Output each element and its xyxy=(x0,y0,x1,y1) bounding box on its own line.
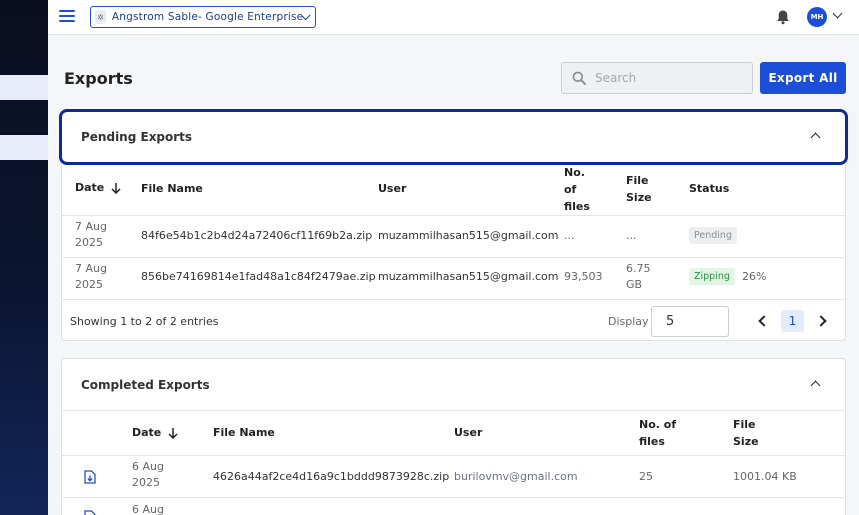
col-file-size-line2: Size xyxy=(626,191,652,204)
col-status: Status xyxy=(689,182,730,195)
row-file-size: 6.75 GB xyxy=(626,261,651,293)
progress-percent: 26% xyxy=(742,270,767,283)
row-divider xyxy=(62,257,845,258)
row-divider xyxy=(62,455,845,456)
row-date: 6 Aug 2025 xyxy=(132,459,164,491)
pending-exports-title: Pending Exports xyxy=(81,129,193,144)
row-date: 7 Aug 2025 xyxy=(75,261,107,293)
page-title: Exports xyxy=(64,69,133,88)
sidebar-item-active[interactable] xyxy=(0,75,48,100)
chevron-left-icon[interactable] xyxy=(758,315,770,327)
row-num-files: ... xyxy=(564,229,575,242)
row-user: burilovmv@gmail.com xyxy=(454,470,578,483)
col-file-name: File Name xyxy=(213,426,275,439)
top-bar: ✲ Angstrom Sable- Google Enterprise MH xyxy=(48,0,859,35)
arrow-down-icon[interactable] xyxy=(168,427,178,439)
row-user: muzammilhasan515@gmail.com xyxy=(378,270,559,283)
row-file-size: 1001.04 KB xyxy=(733,470,797,483)
row-divider xyxy=(62,215,845,216)
row-file-size-line2: GB xyxy=(626,278,643,291)
row-divider xyxy=(62,299,845,300)
chevron-right-icon[interactable] xyxy=(815,315,827,327)
col-user: User xyxy=(454,426,483,439)
left-sidebar xyxy=(0,0,48,515)
row-date-line1: 7 Aug xyxy=(75,262,107,275)
org-name: Angstrom Sable- Google Enterprise xyxy=(111,11,304,23)
row-date-line2: 2025 xyxy=(75,236,103,249)
arrow-down-icon[interactable] xyxy=(111,182,121,194)
status-badge: Zipping xyxy=(689,268,735,285)
hamburger-icon[interactable] xyxy=(59,10,75,24)
bell-icon[interactable] xyxy=(776,9,790,25)
completed-exports-header[interactable]: Completed Exports xyxy=(62,359,845,411)
col-file-size: File Size xyxy=(733,416,759,450)
row-date-line2: 2025 xyxy=(132,476,160,489)
row-date-line1: 6 Aug xyxy=(132,460,164,473)
row-num-files: 93,503 xyxy=(564,270,603,283)
search-input[interactable] xyxy=(595,71,735,85)
row-file-size-line1: 6.75 xyxy=(626,262,651,275)
col-file-size-line2: Size xyxy=(733,435,759,448)
col-date[interactable]: Date xyxy=(132,424,178,441)
completed-exports-card: Completed Exports Date File Name User No… xyxy=(61,358,846,515)
export-all-button[interactable]: Export All xyxy=(760,62,846,94)
search-box[interactable] xyxy=(561,62,753,94)
avatar[interactable]: MH xyxy=(807,7,827,27)
status-badge: Pending xyxy=(689,227,737,244)
row-file-name: 4626a44af2ce4d16a9c1bddd9873928c.zip xyxy=(213,470,450,483)
row-date: 6 Aug xyxy=(132,502,164,515)
sidebar-item-highlight[interactable] xyxy=(0,135,48,160)
pending-exports-header[interactable]: Pending Exports xyxy=(62,111,845,163)
col-file-size: File Size xyxy=(626,172,652,206)
row-date-line1: 7 Aug xyxy=(75,220,107,233)
chevron-up-icon[interactable] xyxy=(810,380,821,391)
row-num-files: 25 xyxy=(639,470,653,483)
download-file-icon[interactable] xyxy=(84,470,96,484)
row-file-size: ... xyxy=(626,229,637,242)
pending-exports-card: Pending Exports Date File Name User No. … xyxy=(61,110,846,341)
col-file-size-line1: File xyxy=(626,174,649,187)
col-num-files-line1: No. xyxy=(564,166,585,179)
display-label: Display xyxy=(608,315,649,328)
col-user: User xyxy=(378,182,407,195)
page-number-button[interactable]: 1 xyxy=(781,310,804,332)
download-file-icon[interactable] xyxy=(84,510,96,515)
col-file-name: File Name xyxy=(141,182,203,195)
row-date-line1: 6 Aug xyxy=(132,503,164,515)
chevron-down-icon[interactable] xyxy=(832,8,843,19)
row-divider xyxy=(62,497,845,498)
col-num-files: No. of files xyxy=(564,164,590,215)
col-num-files-line1: No. of xyxy=(639,418,677,431)
row-user: muzammilhasan515@gmail.com xyxy=(378,229,559,242)
col-num-files-line2: of xyxy=(564,183,577,196)
page-size-input[interactable] xyxy=(651,306,729,337)
col-date[interactable]: Date xyxy=(75,179,121,196)
entries-info: Showing 1 to 2 of 2 entries xyxy=(70,315,219,328)
chevron-up-icon[interactable] xyxy=(810,132,821,143)
col-num-files: No. of files xyxy=(639,416,676,450)
col-num-files-line2: files xyxy=(639,435,665,448)
row-date: 7 Aug 2025 xyxy=(75,219,107,251)
row-file-name: 856be74169814e1fad48a1c84f2479ae.zip xyxy=(141,270,376,283)
org-logo-icon: ✲ xyxy=(95,10,106,24)
row-file-name: 84f6e54b1c2b4d24a72406cf11f69b2a.zip xyxy=(141,229,373,242)
row-date-line2: 2025 xyxy=(75,278,103,291)
col-date-label: Date xyxy=(75,181,105,194)
completed-exports-title: Completed Exports xyxy=(81,377,210,392)
col-file-size-line1: File xyxy=(733,418,756,431)
col-num-files-line3: files xyxy=(564,200,590,213)
search-icon xyxy=(572,71,586,85)
col-date-label: Date xyxy=(132,426,162,439)
org-selector[interactable]: ✲ Angstrom Sable- Google Enterprise xyxy=(90,6,316,28)
